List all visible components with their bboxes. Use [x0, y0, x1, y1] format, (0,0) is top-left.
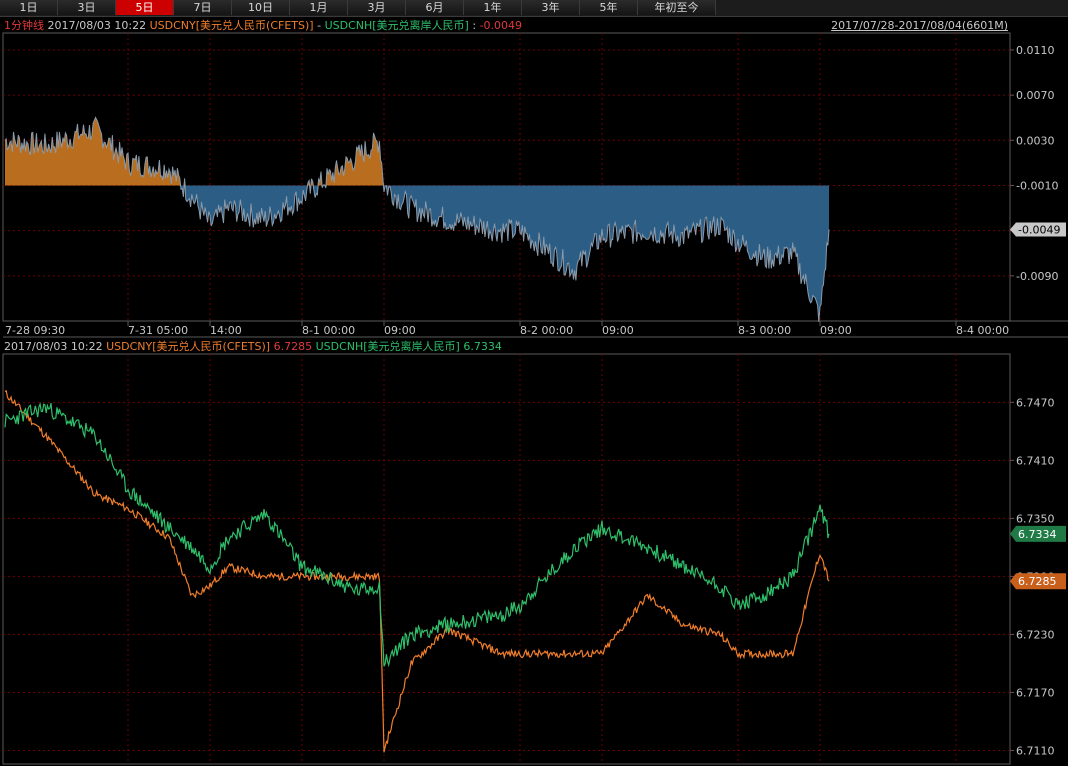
time-tick-label: 09:00 — [602, 324, 634, 337]
time-tick-label: 8-4 00:00 — [956, 324, 1009, 337]
time-tick-label: 8-2 00:00 — [520, 324, 573, 337]
spread-positive-area — [5, 117, 829, 186]
time-tick-label: 14:00 — [210, 324, 242, 337]
time-tick-label: 09:00 — [820, 324, 852, 337]
price-ytick-label: 6.7230 — [1016, 628, 1055, 641]
time-tick-label: 8-1 00:00 — [302, 324, 355, 337]
chart-canvas[interactable]: 7-28 09:30 7-31 05:00 14:00 8-1 00:00 09:00 8… — [0, 0, 1068, 766]
spread-ytick-label: -0.0010 — [1016, 179, 1058, 192]
price-plot-frame — [2, 353, 1011, 765]
spread-negative-area — [5, 185, 829, 322]
usdcny-current-marker-label: 6.7285 — [1018, 575, 1057, 588]
time-tick-label: 8-3 00:00 — [738, 324, 791, 337]
spread-ytick-label: 0.0070 — [1016, 89, 1055, 102]
usdcnh-line — [4, 401, 830, 668]
spread-current-value: -0.0049 — [1018, 224, 1060, 237]
time-tick-label: 09:00 — [384, 324, 416, 337]
spread-ytick-label: -0.0090 — [1016, 270, 1058, 283]
price-ytick-label: 6.7350 — [1016, 512, 1055, 525]
spread-ytick-label: 0.0030 — [1016, 134, 1055, 147]
usdcnh-current-marker-label: 6.7334 — [1018, 528, 1057, 541]
time-tick-label: 7-31 05:00 — [128, 324, 188, 337]
spread-ytick-label: 0.0110 — [1016, 44, 1055, 57]
price-ytick-label: 6.7470 — [1016, 396, 1055, 409]
spread-line — [4, 116, 830, 322]
usdcny-line — [4, 389, 830, 753]
price-ytick-label: 6.7110 — [1016, 744, 1055, 757]
price-ytick-label: 6.7410 — [1016, 454, 1055, 467]
time-tick-label: 7-28 09:30 — [5, 324, 65, 337]
price-ytick-label: 6.7170 — [1016, 686, 1055, 699]
